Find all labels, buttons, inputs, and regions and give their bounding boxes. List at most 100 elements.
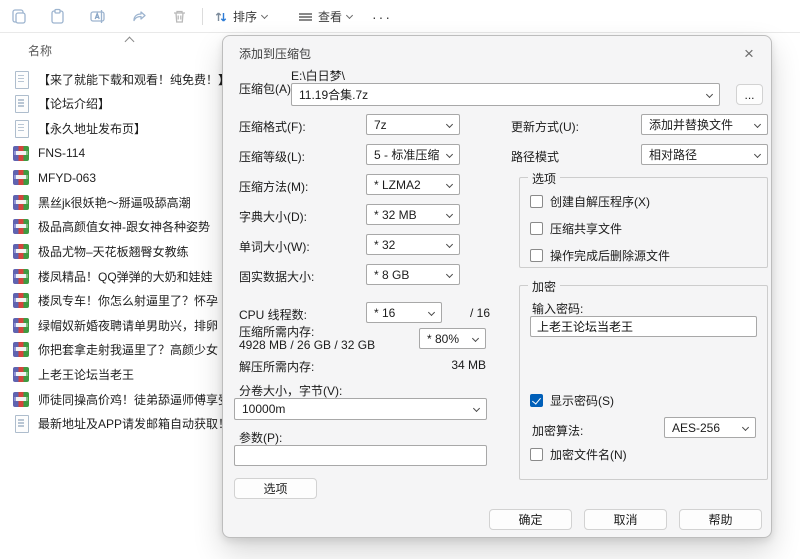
chevron-down-icon (445, 210, 454, 219)
explorer-toolbar: 排序 查看 ··· (0, 0, 800, 33)
archive-icon (13, 169, 30, 186)
options-button[interactable]: 选项 (234, 478, 317, 499)
chevron-down-icon (345, 11, 354, 19)
cancel-button[interactable]: 取消 (584, 509, 667, 530)
cpu-threads-total: / 16 (470, 306, 491, 320)
sort-ascending-icon[interactable] (124, 36, 135, 47)
sort-button[interactable]: 排序 (208, 4, 273, 29)
file-row[interactable]: 你把套拿走射我逼里了？高颜少女 (0, 338, 222, 363)
view-button[interactable]: 查看 (292, 4, 358, 29)
file-row[interactable]: 楼凤精品！QQ弹弹的大奶和娃娃 (0, 264, 222, 289)
view-label: 查看 (318, 10, 343, 24)
shared-files-checkbox[interactable] (530, 222, 543, 235)
file-row[interactable]: 【论坛介绍】 (0, 92, 222, 117)
document-icon (13, 415, 30, 434)
memory-percent-combo[interactable]: * 80% (419, 328, 486, 349)
ok-button[interactable]: 确定 (489, 509, 572, 530)
update-mode-label: 更新方式(U): (511, 120, 579, 134)
chevron-down-icon (427, 308, 436, 317)
chevron-down-icon (445, 120, 454, 129)
archive-icon (13, 341, 30, 358)
password-input[interactable] (530, 316, 757, 337)
file-row[interactable]: 师徒同操高价鸡！徒弟舔逼师傅享受 (0, 387, 230, 412)
format-combo[interactable]: 7z (366, 114, 460, 135)
create-sfx-label: 创建自解压程序(X) (550, 195, 650, 209)
archive-icon (13, 194, 30, 211)
copy-icon[interactable] (6, 3, 32, 29)
file-list: 【来了就能下载和观看！纯免费！】 【论坛介绍】 【永久地址发布页】 FNS-11… (0, 67, 254, 436)
file-row[interactable]: 最新地址及APP请发邮箱自动获取！！！ (0, 411, 254, 436)
chevron-down-icon (753, 120, 762, 129)
options-group: 选项 创建自解压程序(X) 压缩共享文件 操作完成后删除源文件 (519, 170, 768, 268)
parameters-input[interactable] (234, 445, 487, 466)
file-row[interactable]: 【来了就能下载和观看！纯免费！】 (0, 67, 230, 92)
method-combo[interactable]: * LZMA2 (366, 174, 460, 195)
archive-icon (13, 391, 30, 408)
path-mode-label: 路径模式 (511, 150, 560, 164)
create-sfx-checkbox[interactable] (530, 195, 543, 208)
update-mode-combo[interactable]: 添加并替换文件 (641, 114, 768, 135)
archive-label: 压缩包(A) (239, 82, 291, 96)
chevron-down-icon (705, 90, 714, 99)
options-group-title: 选项 (528, 170, 561, 187)
parameters-label: 参数(P): (239, 431, 283, 445)
cpu-threads-combo[interactable]: * 16 (366, 302, 442, 323)
path-mode-combo[interactable]: 相对路径 (641, 144, 768, 165)
level-combo[interactable]: 5 - 标准压缩 (366, 144, 460, 165)
dialog-title: 添加到压缩包 (239, 47, 312, 61)
document-icon (13, 70, 30, 89)
column-header-name[interactable]: 名称 (28, 42, 52, 59)
encryption-group-title: 加密 (528, 278, 561, 295)
file-row[interactable]: 【永久地址发布页】 (0, 116, 222, 141)
solid-block-combo[interactable]: * 8 GB (366, 264, 460, 285)
rename-icon[interactable] (84, 3, 110, 29)
archive-name-combo[interactable]: 11.19合集.7z (291, 83, 720, 106)
chevron-down-icon (445, 240, 454, 249)
show-password-checkbox[interactable] (530, 394, 543, 407)
password-label: 输入密码: (532, 302, 584, 316)
share-icon[interactable] (126, 3, 152, 29)
more-options-button[interactable]: ··· (368, 4, 396, 29)
document-icon (13, 95, 30, 114)
sort-arrows-icon (214, 10, 228, 24)
encrypt-filenames-label: 加密文件名(N) (550, 448, 627, 462)
archive-icon (13, 366, 30, 383)
delete-icon[interactable] (166, 3, 192, 29)
file-row[interactable]: MFYD-063 (0, 165, 222, 190)
view-lines-icon (298, 10, 313, 24)
file-row[interactable]: 极品尤物–天花板翘臀女教练 (0, 239, 222, 264)
chevron-down-icon (471, 334, 480, 343)
file-row[interactable]: 楼凤专车！你怎么射逼里了？怀孕 (0, 288, 222, 313)
archive-icon (13, 145, 30, 162)
word-size-combo[interactable]: * 32 (366, 234, 460, 255)
encrypt-filenames-checkbox[interactable] (530, 448, 543, 461)
file-row[interactable]: 黑丝jk很妖艳～掰逼吸舔高潮 (0, 190, 222, 215)
help-button[interactable]: 帮助 (679, 509, 762, 530)
chevron-down-icon (445, 150, 454, 159)
method-label: 压缩方法(M): (239, 180, 309, 194)
document-icon (13, 119, 30, 138)
archive-icon (13, 317, 30, 334)
encryption-group: 加密 输入密码: 显示密码(S) 加密算法: AES-256 加密文件名(N) (519, 278, 768, 480)
dictionary-combo[interactable]: * 32 MB (366, 204, 460, 225)
file-row[interactable]: FNS-114 (0, 141, 222, 166)
sort-label: 排序 (233, 10, 258, 24)
encryption-method-combo[interactable]: AES-256 (664, 417, 756, 438)
browse-button[interactable]: ... (736, 84, 763, 105)
file-row[interactable]: 极品高颜值女神-跟女神各种姿势 (0, 215, 222, 240)
memory-decompress-value: 34 MB (451, 358, 486, 372)
format-label: 压缩格式(F): (239, 120, 306, 134)
close-icon[interactable]: × (737, 42, 761, 66)
paste-icon[interactable] (44, 3, 70, 29)
show-password-label: 显示密码(S) (550, 394, 614, 408)
archive-icon (13, 218, 30, 235)
screen: 排序 查看 ··· 名称 【来了就能下载和观看！纯免费！】 【论坛介绍】 【永久… (0, 0, 800, 559)
archive-icon (13, 243, 30, 260)
chevron-down-icon (472, 404, 481, 413)
file-row[interactable]: 绿帽奴新婚夜聘请单男助兴，排卵 (0, 313, 222, 338)
volume-size-combo[interactable]: 10000m (234, 398, 487, 420)
delete-after-checkbox[interactable] (530, 249, 543, 262)
archive-icon (13, 268, 30, 285)
volume-size-label: 分卷大小，字节(V): (239, 384, 343, 398)
file-row[interactable]: 上老王论坛当老王 (0, 362, 222, 387)
